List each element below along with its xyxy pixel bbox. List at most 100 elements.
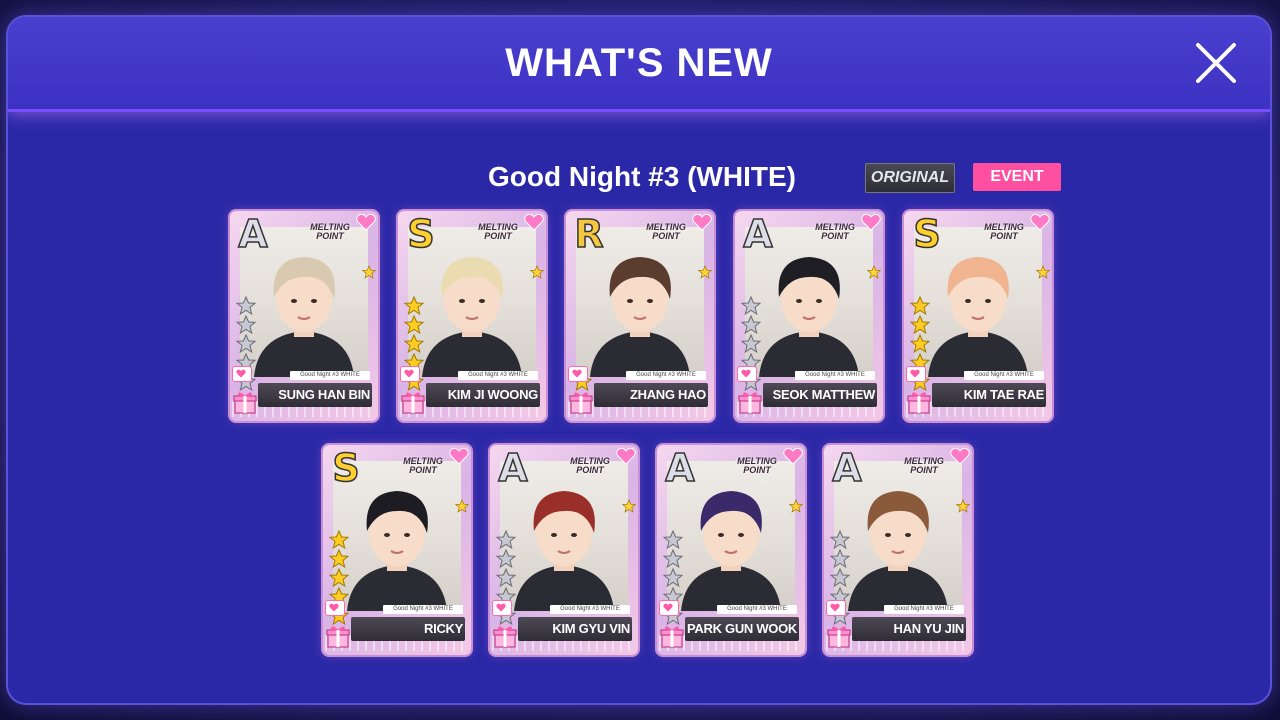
card-set-label: Good Night #3 WHITE [884, 605, 964, 614]
side-star-icon [530, 265, 544, 279]
rank-badge: A [832, 446, 863, 490]
star-icon [741, 334, 761, 353]
affection-tag [400, 366, 420, 382]
member-name: RICKY [424, 621, 463, 636]
close-icon [1196, 43, 1236, 83]
star-icon [830, 568, 850, 587]
melting-point-logo: MELTING POINT [815, 222, 855, 241]
affection-tag [906, 366, 926, 382]
star-icon [496, 549, 516, 568]
heart-icon [356, 213, 376, 231]
whats-new-modal: WHAT'S NEW Good Night #3 (WHITE) ORIGINA… [8, 17, 1270, 703]
name-bar: HAN YU JIN [852, 617, 966, 641]
small-heart-icon [663, 603, 673, 612]
melting-point-logo: MELTING POINT [984, 222, 1024, 241]
star-icon [910, 296, 930, 315]
name-bar: SUNG HAN BIN [258, 383, 372, 407]
character-card[interactable]: S MELTING POINT Good Night #3 WHITE KIM JI … [398, 211, 546, 421]
member-name: SEOK MATTHEW [772, 387, 876, 402]
gift-icon [326, 626, 350, 648]
side-star-icon [1036, 265, 1050, 279]
character-card[interactable]: A MELTING POINT Good Night #3 WHITE HAN YU … [824, 445, 972, 655]
card-set-label: Good Night #3 WHITE [795, 371, 875, 380]
heart-icon [524, 213, 544, 231]
heart-icon [861, 213, 881, 231]
star-icon [404, 315, 424, 334]
rank-badge: A [743, 212, 774, 256]
character-card[interactable]: R MELTING POINT Good Night #3 WHITE ZHANG H… [566, 211, 714, 421]
melting-point-logo: MELTING POINT [403, 456, 443, 475]
character-card[interactable]: S MELTING POINT Good Night #3 WHITE KIM TAE… [904, 211, 1052, 421]
member-name: PARK GUN WOOK [687, 621, 797, 636]
name-bar: ZHANG HAO [594, 383, 708, 407]
star-icon [830, 530, 850, 549]
heart-icon [1030, 213, 1050, 231]
rank-badge: A [238, 212, 269, 256]
affection-tag [826, 600, 846, 616]
star-icon [663, 530, 683, 549]
character-card[interactable]: A MELTING POINT Good Night #3 WHITE SEOK MA… [735, 211, 883, 421]
star-icon [663, 568, 683, 587]
side-star-icon [455, 499, 469, 513]
small-heart-icon [404, 369, 414, 378]
event-title: Good Night #3 (WHITE) [488, 161, 796, 192]
star-icon [910, 334, 930, 353]
star-icon [404, 334, 424, 353]
name-bar: KIM JI WOONG [426, 383, 540, 407]
small-heart-icon [910, 369, 920, 378]
star-icon [830, 549, 850, 568]
star-icon [663, 549, 683, 568]
melting-point-logo: MELTING POINT [737, 456, 777, 475]
character-card[interactable]: A MELTING POINT Good Night #3 WHITE KIM GYU… [490, 445, 638, 655]
heart-icon [783, 447, 803, 465]
member-name: SUNG HAN BIN [278, 387, 370, 402]
star-icon [496, 568, 516, 587]
side-star-icon [867, 265, 881, 279]
melting-point-logo: MELTING POINT [310, 222, 350, 241]
affection-tag [232, 366, 252, 382]
character-card[interactable]: A MELTING POINT Good Night #3 WHITE SUNG HA… [230, 211, 378, 421]
small-heart-icon [830, 603, 840, 612]
member-name: ZHANG HAO [629, 387, 706, 402]
modal-header: WHAT'S NEW [8, 17, 1270, 112]
affection-tag [659, 600, 679, 616]
rank-badge: S [407, 212, 436, 256]
card-set-label: Good Night #3 WHITE [383, 605, 463, 614]
star-icon [329, 568, 349, 587]
star-icon [236, 296, 256, 315]
gift-icon [738, 392, 762, 414]
name-bar: KIM TAE RAE [932, 383, 1046, 407]
name-bar: PARK GUN WOOK [685, 617, 799, 641]
rank-badge: S [913, 212, 942, 256]
original-badge[interactable]: ORIGINAL [865, 163, 955, 193]
name-bar: KIM GYU VIN [518, 617, 632, 641]
close-button[interactable] [1192, 39, 1240, 87]
star-icon [236, 315, 256, 334]
rank-badge: S [332, 446, 361, 490]
gift-icon [493, 626, 517, 648]
heart-icon [616, 447, 636, 465]
card-set-label: Good Night #3 WHITE [717, 605, 797, 614]
gift-icon [907, 392, 931, 414]
affection-tag [737, 366, 757, 382]
card-set-label: Good Night #3 WHITE [964, 371, 1044, 380]
gift-icon [233, 392, 257, 414]
side-star-icon [789, 499, 803, 513]
event-badge[interactable]: EVENT [973, 163, 1061, 191]
side-star-icon [622, 499, 636, 513]
affection-tag [568, 366, 588, 382]
heart-icon [449, 447, 469, 465]
star-icon [404, 296, 424, 315]
gift-icon [827, 626, 851, 648]
name-bar: SEOK MATTHEW [763, 383, 877, 407]
member-name: KIM TAE RAE [963, 387, 1045, 402]
character-card[interactable]: A MELTING POINT Good Night #3 WHITE PARK GU… [657, 445, 805, 655]
card-set-label: Good Night #3 WHITE [290, 371, 370, 380]
gift-icon [660, 626, 684, 648]
rank-badge: A [665, 446, 696, 490]
gift-icon [569, 392, 593, 414]
character-card[interactable]: S MELTING POINT Good Night #3 WHITE RICKY [323, 445, 471, 655]
side-star-icon [698, 265, 712, 279]
star-icon [329, 549, 349, 568]
rank-badge: R [574, 212, 605, 256]
